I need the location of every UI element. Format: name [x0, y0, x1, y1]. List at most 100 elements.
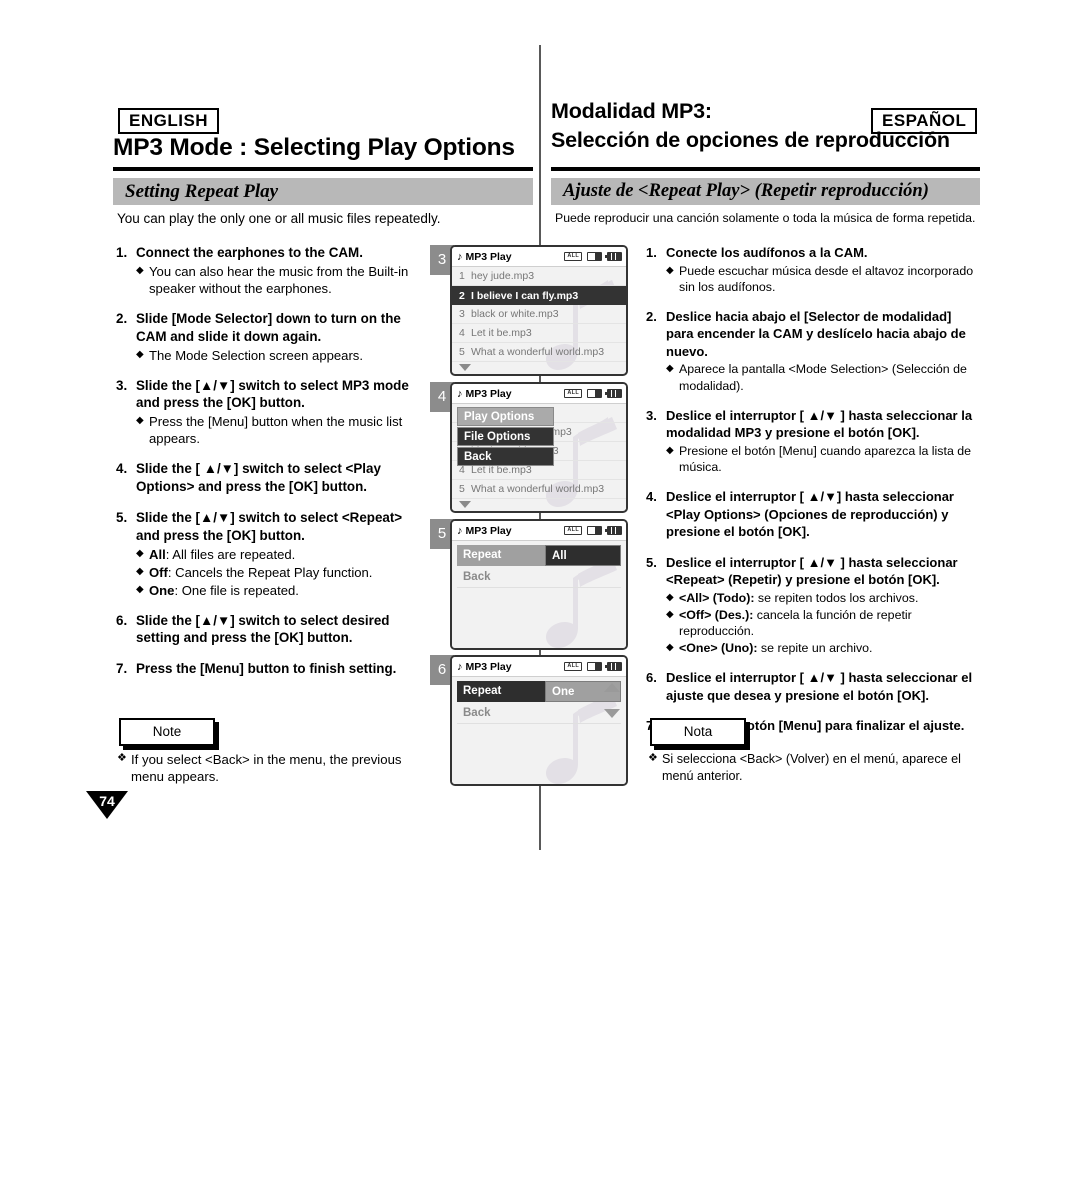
- step-body: Conecte los audífonos a la CAM. ◆ Puede es…: [666, 244, 982, 295]
- context-menu: Play Options File Options Back: [457, 407, 554, 467]
- track-index: 1: [459, 270, 465, 282]
- step-number: 5.: [646, 554, 657, 570]
- page-number-badge: 74: [86, 791, 128, 819]
- step-sub-text: Off: Cancels the Repeat Play function.: [149, 564, 428, 581]
- diamond-bullet-icon: ◆: [666, 363, 674, 375]
- step-sub-term: <All> (Todo):: [679, 590, 755, 605]
- instruction-step: 2. Deslice hacia abajo el [Selector de mo…: [646, 308, 982, 394]
- lcd-status-icons: ALL: [564, 662, 622, 671]
- scroll-down-icon[interactable]: [604, 709, 620, 718]
- track-name: I believe I can fly.mp3: [471, 289, 579, 302]
- setting-row[interactable]: Repeat All: [457, 545, 621, 566]
- track-index: 3: [459, 308, 465, 320]
- step-sub-term: <Off> (Des.):: [679, 607, 754, 622]
- playlist-row[interactable]: 4 Let it be.mp3: [452, 324, 626, 343]
- step-main-text: Slide [Mode Selector] down to turn on th…: [136, 310, 401, 344]
- playlist-row[interactable]: 5 What a wonderful world.mp3: [452, 343, 626, 362]
- step-main-text: Slide the [ ▲/▼] switch to select <Play …: [136, 461, 381, 495]
- step-sub-text: One: One file is repeated.: [149, 582, 428, 599]
- instruction-step: 5. Slide the [▲/▼] switch to select <Repe…: [116, 509, 428, 599]
- playlist-row[interactable]: 5 What a wonderful world.mp3: [452, 480, 626, 499]
- step-body: Deslice hacia abajo el [Selector de moda…: [666, 308, 982, 394]
- step-main-text: Deslice el interruptor [ ▲/▼] hasta sele…: [666, 489, 954, 540]
- setting-value[interactable]: All: [545, 545, 621, 566]
- title-rule-spanish: [551, 167, 980, 171]
- all-repeat-icon: ALL: [564, 252, 582, 261]
- step-sub-item: ◆ One: One file is repeated.: [136, 582, 428, 599]
- playlist-row[interactable]: 1 hey jude.mp3: [452, 267, 626, 286]
- lcd-status-icons: ALL: [564, 389, 622, 398]
- lcd-header: ♪ MP3 Play ALL: [452, 384, 626, 404]
- instruction-list-english: 1. Connect the earphones to the CAM. ◆ You …: [116, 244, 428, 691]
- diamond-bullet-icon: ◆: [136, 415, 144, 427]
- step-sub-text: Aparece la pantalla <Mode Selection> (Se…: [679, 362, 967, 393]
- lcd-header: ♪ MP3 Play ALL: [452, 657, 626, 677]
- instruction-step: 2. Slide [Mode Selector] down to turn on …: [116, 310, 428, 364]
- playlist-row[interactable]: 2 I believe I can fly.mp3: [452, 286, 626, 305]
- page-title-spanish-line1: Modalidad MP3:: [551, 99, 712, 123]
- setting-row[interactable]: Repeat One: [457, 681, 621, 702]
- back-menu-item[interactable]: Back: [457, 567, 621, 588]
- section-intro-spanish: Puede reproducir una canción solamente o…: [555, 211, 976, 225]
- step-sub-item: ◆ Presione el botón [Menu] cuando aparezc…: [666, 443, 982, 475]
- back-menu-item[interactable]: Back: [457, 703, 621, 724]
- lcd-header: ♪ MP3 Play ALL: [452, 247, 626, 267]
- music-note-icon: ♪: [457, 660, 463, 673]
- lcd-body: Repeat All Back: [452, 545, 626, 648]
- step-sub-item: ◆ Puede escuchar música desde el altavoz …: [666, 263, 982, 295]
- step-number: 2.: [116, 310, 128, 326]
- memory-card-icon: [587, 389, 602, 398]
- step-main-text: Slide the [▲/▼] switch to select <Repeat…: [136, 509, 403, 543]
- step-sub-desc: se repite un archivo.: [757, 641, 873, 656]
- step-body: Deslice el interruptor [ ▲/▼] hasta sele…: [666, 488, 982, 541]
- step-sub-desc: se repiten todos los archivos.: [754, 590, 919, 605]
- memory-card-icon: [587, 526, 602, 535]
- step-sub-text: The Mode Selection screen appears.: [149, 347, 363, 363]
- step-body: Slide the [▲/▼] switch to select desired…: [136, 612, 428, 648]
- instruction-step: 6. Slide the [▲/▼] switch to select desir…: [116, 612, 428, 648]
- step-sub-item: ◆ You can also hear the music from the Bu…: [136, 263, 428, 297]
- note-bullet-icon: ❖: [117, 752, 127, 764]
- step-sub-text: <Off> (Des.): cancela la función de repe…: [679, 607, 982, 639]
- lcd-screen: ♪ MP3 Play ALL Repeat One Back: [450, 655, 628, 786]
- step-sub-term: Off: [149, 564, 168, 580]
- step-number: 1.: [116, 245, 128, 260]
- diamond-bullet-icon: ◆: [136, 264, 144, 276]
- diamond-bullet-icon: ◆: [666, 591, 674, 603]
- battery-icon: [605, 389, 622, 398]
- lcd-body: Repeat One Back: [452, 681, 626, 784]
- step-sub-text: Puede escuchar música desde el altavoz i…: [679, 263, 974, 294]
- step-number: 3.: [116, 377, 128, 393]
- instruction-step: 1. Connect the earphones to the CAM. ◆ You …: [116, 244, 428, 297]
- step-sub-item: ◆ Press the [Menu] button when the music …: [136, 413, 428, 447]
- menu-item[interactable]: File Options: [457, 427, 554, 446]
- step-number: 6.: [646, 670, 657, 686]
- step-main-text: Press the [Menu] button to finish settin…: [136, 661, 397, 677]
- menu-item[interactable]: Back: [457, 447, 554, 466]
- step-sub-term: All: [149, 546, 166, 562]
- section-banner-spanish: Ajuste de <Repeat Play> (Repetir reprodu…: [551, 178, 980, 205]
- diamond-bullet-icon: ◆: [666, 642, 674, 654]
- step-sub-item: ◆ <One> (Uno): se repite un archivo.: [666, 640, 982, 656]
- scroll-down-icon[interactable]: [459, 364, 471, 371]
- note-bullet-icon: ❖: [648, 752, 658, 764]
- instruction-step: 3. Slide the [▲/▼] switch to select MP3 m…: [116, 377, 428, 448]
- lcd-body: 1 hey jude.mp3 2 I believe I can fly.mp3 3 bl…: [452, 267, 626, 372]
- scroll-down-icon[interactable]: [459, 501, 471, 508]
- step-number: 4.: [646, 489, 657, 505]
- playlist-row[interactable]: 3 black or white.mp3: [452, 305, 626, 324]
- instruction-step: 5. Deslice el interruptor [ ▲/▼ ] hasta s…: [646, 554, 982, 657]
- step-sub-desc: : Cancels the Repeat Play function.: [167, 564, 373, 580]
- memory-card-icon: [587, 662, 602, 671]
- step-sub-text: Presione el botón [Menu] cuando aparezca…: [679, 443, 972, 474]
- lcd-title: MP3 Play: [465, 387, 512, 400]
- memory-card-icon: [587, 252, 602, 261]
- track-index: 5: [459, 483, 465, 495]
- track-name: What a wonderful world.mp3: [471, 483, 605, 495]
- scroll-up-icon[interactable]: [604, 683, 620, 692]
- menu-item[interactable]: Play Options: [457, 407, 554, 426]
- diamond-bullet-icon: ◆: [136, 348, 144, 360]
- lcd-screen: ♪MP3 Play ALL 1 hey jude.mp3 2 I believe I ca…: [450, 245, 628, 376]
- diamond-bullet-icon: ◆: [136, 565, 144, 577]
- track-index: 4: [459, 327, 465, 339]
